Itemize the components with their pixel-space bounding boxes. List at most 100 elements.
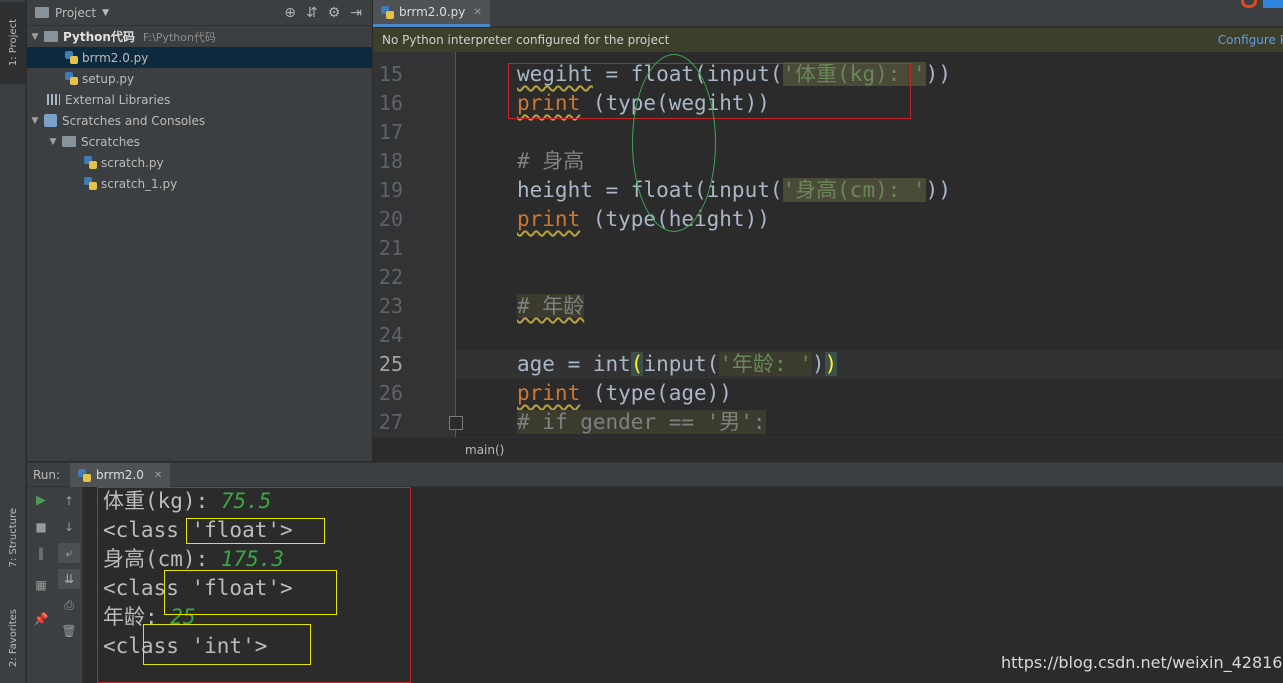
code-token: wegiht: [517, 62, 593, 86]
run-toolbar-primary: ▶ ■ ‖ ▦ 📌: [27, 487, 55, 683]
line-number: 15: [378, 62, 403, 86]
python-file-icon: [65, 72, 78, 85]
favorites-tool-tab[interactable]: 2: Favorites: [0, 596, 26, 680]
code-string: '年龄: ': [719, 352, 812, 376]
editor-tab-bar: brrm2.0.py ✕: [373, 0, 1283, 27]
interpreter-warning-text: No Python interpreter configured for the…: [382, 33, 670, 47]
up-arrow-icon[interactable]: ↑: [61, 493, 77, 509]
layout-icon[interactable]: ▦: [33, 577, 49, 593]
code-token: )): [925, 62, 951, 86]
code-line-16: print (type(wegiht)): [517, 89, 770, 118]
tree-item-label: scratch_1.py: [101, 176, 178, 191]
tree-item-project-root[interactable]: ▼ Python代码 F:\Python代码: [27, 26, 372, 47]
python-file-icon: [381, 5, 394, 19]
folder-icon: [62, 136, 76, 147]
tree-item-scratch-1[interactable]: scratch_1.py: [27, 173, 372, 194]
tree-item-brrm[interactable]: brrm2.0.py: [27, 47, 372, 68]
close-icon[interactable]: ✕: [473, 7, 481, 18]
matched-paren: ): [824, 352, 838, 376]
matched-paren: (: [630, 352, 644, 376]
code-token: height = float(input(: [517, 178, 783, 202]
line-number: 20: [378, 207, 403, 231]
soft-wrap-icon[interactable]: ⤶: [58, 543, 80, 563]
line-number-current: 25: [378, 352, 403, 376]
project-tool-tab-label: 1: Project: [7, 19, 19, 67]
close-icon[interactable]: ✕: [154, 470, 162, 481]
pin-icon[interactable]: 📌: [33, 611, 49, 627]
tree-item-scratches[interactable]: ▼ Scratches: [27, 131, 372, 152]
scratches-icon: [44, 114, 57, 127]
trash-icon[interactable]: 🗑: [61, 623, 77, 639]
tree-item-path: F:\Python代码: [142, 30, 216, 44]
console-prompt: 体重(kg):: [103, 489, 221, 513]
run-panel-label: Run:: [33, 468, 61, 482]
code-token: (type(age)): [580, 381, 732, 405]
collapse-all-icon[interactable]: ⇵: [306, 5, 318, 21]
code-token: ): [811, 352, 825, 376]
expand-arrow-icon[interactable]: ▼: [29, 116, 41, 126]
watermark-text: https://blog.csdn.net/weixin_42816196: [1001, 653, 1283, 672]
code-line-20: print (type(height)): [517, 205, 770, 234]
run-tab-brrm[interactable]: brrm2.0 ✕: [70, 463, 171, 487]
console-line: 身高(cm): 175.3: [103, 545, 284, 574]
tree-item-scratch[interactable]: scratch.py: [27, 152, 372, 173]
line-number: 23: [378, 294, 403, 318]
tree-item-scratches-and-consoles[interactable]: ▼ Scratches and Consoles: [27, 110, 372, 131]
folder-icon: [44, 31, 58, 42]
line-number: 26: [378, 381, 403, 405]
tree-item-setup[interactable]: setup.py: [27, 68, 372, 89]
console-input: 175.3: [220, 547, 285, 571]
tree-item-label: Scratches: [81, 134, 141, 149]
locate-icon[interactable]: ⊕: [284, 5, 296, 21]
code-string: '体重(kg): ': [782, 62, 926, 86]
project-panel: Project ▼ ⊕ ⇵ ⚙ ⇥ ▼ Python代码 F:\Python代码…: [27, 0, 372, 461]
expand-arrow-icon[interactable]: ▼: [47, 137, 59, 147]
fold-marker-icon[interactable]: [449, 416, 463, 430]
console-line: <class 'float'>: [103, 576, 293, 600]
rerun-icon[interactable]: ▶: [33, 493, 49, 509]
breadcrumb-item[interactable]: main(): [465, 443, 504, 457]
corner-logo-icon: [1235, 0, 1283, 10]
line-number: 18: [378, 149, 403, 173]
project-panel-header: Project ▼ ⊕ ⇵ ⚙ ⇥: [27, 0, 372, 26]
project-tool-tab[interactable]: 1: Project: [0, 2, 26, 84]
tree-item-external-libraries[interactable]: External Libraries: [27, 89, 372, 110]
code-editor[interactable]: 15 16 17 18 19 20 21 22 23 24 25 26 27 w…: [373, 52, 1283, 437]
print-icon[interactable]: ⎙: [61, 597, 77, 613]
interpreter-warning-bar: No Python interpreter configured for the…: [373, 28, 1283, 52]
code-token: )): [925, 178, 951, 202]
pause-icon[interactable]: ‖: [33, 545, 49, 561]
run-console-output[interactable]: 体重(kg): 75.5 <class 'float'> 身高(cm): 175…: [84, 487, 1283, 683]
configure-interpreter-link[interactable]: Configure P: [1218, 33, 1283, 47]
editor-tab-brrm[interactable]: brrm2.0.py ✕: [373, 0, 490, 27]
console-input: 25: [170, 605, 196, 629]
code-line-19: height = float(input('身高(cm): ')): [517, 176, 951, 205]
down-arrow-icon[interactable]: ↓: [61, 519, 77, 535]
code-comment: # 身高: [517, 149, 585, 173]
hide-icon[interactable]: ⇥: [350, 5, 362, 21]
code-token: input(: [643, 352, 720, 376]
code-keyword: print: [517, 91, 581, 115]
scroll-to-end-icon[interactable]: ⇊: [58, 569, 80, 589]
structure-tool-tab[interactable]: 7: Structure: [0, 495, 26, 581]
line-number: 27: [378, 410, 403, 434]
project-panel-title[interactable]: Project: [55, 6, 96, 20]
code-comment: # 年龄: [517, 294, 585, 318]
code-comment: # if gender == '男':: [517, 410, 766, 434]
tree-item-label: setup.py: [82, 71, 135, 86]
console-line: 体重(kg): 75.5: [103, 487, 271, 516]
code-string: '身高(cm): ': [782, 178, 926, 202]
tree-item-label: scratch.py: [101, 155, 164, 170]
expand-arrow-icon[interactable]: ▼: [29, 32, 41, 42]
chevron-down-icon[interactable]: ▼: [102, 8, 109, 18]
folder-icon: [35, 7, 49, 18]
console-line: <class 'int'>: [103, 634, 268, 658]
run-tab-label: brrm2.0: [96, 468, 144, 482]
line-number: 19: [378, 178, 403, 202]
gear-icon[interactable]: ⚙: [328, 5, 341, 21]
tree-item-label: brrm2.0.py: [82, 50, 149, 65]
run-toolbar-secondary: ↑ ↓ ⤶ ⇊ ⎙ 🗑: [55, 487, 83, 683]
python-file-icon: [84, 156, 97, 169]
favorites-tool-tab-label: 2: Favorites: [7, 608, 19, 668]
stop-icon[interactable]: ■: [33, 519, 49, 535]
